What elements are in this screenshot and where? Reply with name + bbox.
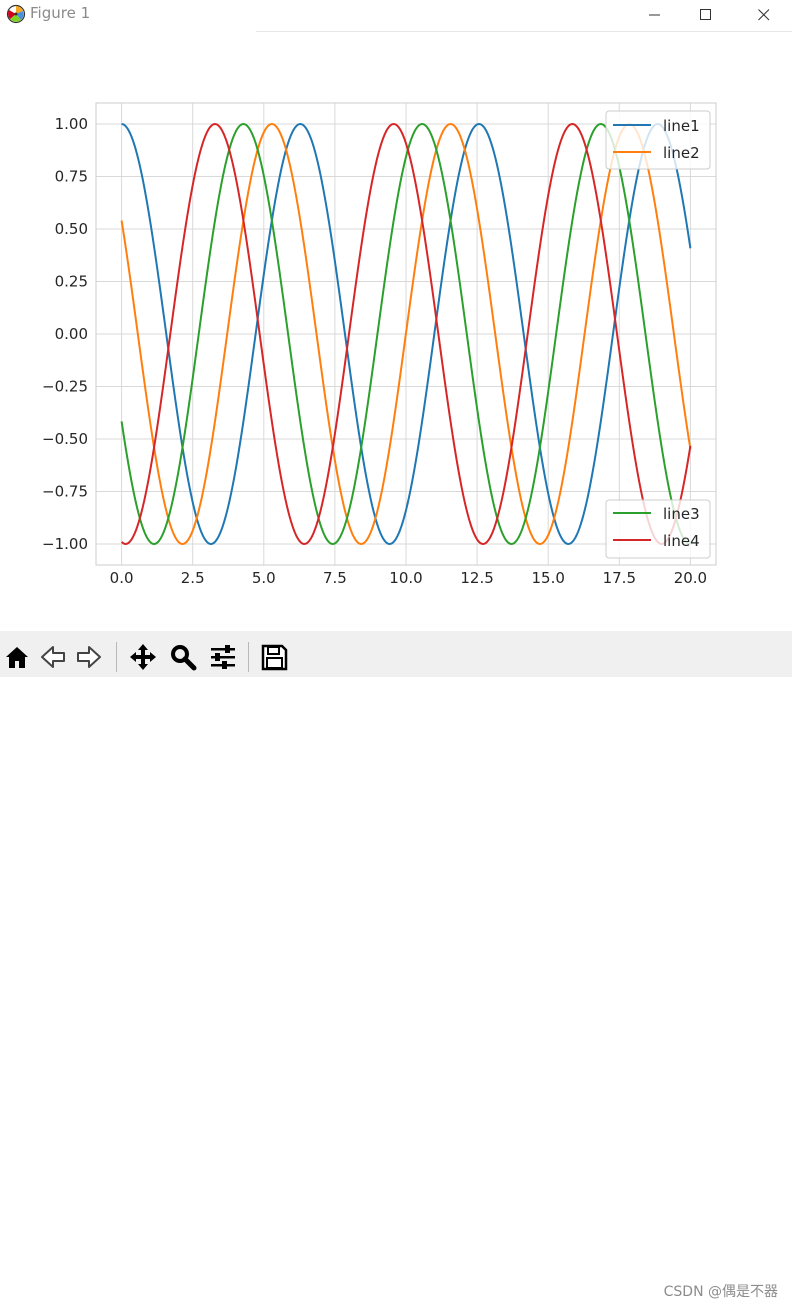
y-tick-label: −0.75 [42, 483, 88, 501]
y-tick-label: 1.00 [55, 115, 88, 133]
pan-button[interactable] [128, 642, 158, 672]
forward-button[interactable] [74, 642, 104, 672]
sliders-icon [211, 645, 235, 669]
x-tick-label: 17.5 [603, 569, 636, 587]
y-tick-label: −0.25 [42, 378, 88, 396]
y-tick-label: −0.50 [42, 430, 88, 448]
arrow-right-icon [77, 646, 101, 668]
save-button[interactable] [259, 642, 289, 672]
home-icon [6, 647, 28, 668]
x-tick-label: 7.5 [323, 569, 347, 587]
legend-upper: line1 line2 [605, 110, 711, 170]
csdn-watermark: CSDN @偶是不器 [663, 1284, 778, 1300]
arrow-left-icon [41, 646, 65, 668]
line-chart[interactable]: 0.0 2.5 5.0 7.5 10.0 12.5 15.0 17.5 20.0 1.00 0.7… [0, 0, 792, 631]
back-button[interactable] [38, 642, 68, 672]
floppy-disk-icon [261, 644, 288, 671]
x-tick-label: 15.0 [531, 569, 564, 587]
magnifier-icon [171, 645, 197, 671]
home-button[interactable] [2, 642, 32, 672]
toolbar-separator [248, 642, 249, 672]
y-tick-label: 0.25 [55, 273, 88, 291]
toolbar-separator [116, 642, 117, 672]
legend-label-line4: line4 [663, 532, 700, 550]
y-tick-label: −1.00 [42, 535, 88, 553]
legend-label-line1: line1 [663, 117, 700, 135]
zoom-button[interactable] [168, 642, 198, 672]
y-tick-labels: 1.00 0.75 0.50 0.25 0.00 −0.25 −0.50 −0.75 −1.00 [42, 115, 88, 553]
x-tick-label: 5.0 [252, 569, 276, 587]
x-tick-label: 10.0 [389, 569, 422, 587]
legend-label-line2: line2 [663, 144, 700, 162]
navigation-toolbar: CSDN @偶是不器 [0, 631, 792, 1300]
move-icon [130, 644, 156, 670]
legend-label-line3: line3 [663, 505, 700, 523]
y-tick-label: 0.50 [55, 220, 88, 238]
x-tick-label: 0.0 [110, 569, 134, 587]
x-tick-label: 2.5 [181, 569, 205, 587]
configure-subplots-button[interactable] [208, 642, 238, 672]
legend-lower: line3 line4 [605, 499, 711, 559]
x-tick-labels: 0.0 2.5 5.0 7.5 10.0 12.5 15.0 17.5 20.0 [110, 569, 707, 587]
y-tick-label: 0.75 [55, 168, 88, 186]
x-tick-label: 12.5 [460, 569, 493, 587]
y-tick-label: 0.00 [55, 325, 88, 343]
x-tick-label: 20.0 [674, 569, 707, 587]
